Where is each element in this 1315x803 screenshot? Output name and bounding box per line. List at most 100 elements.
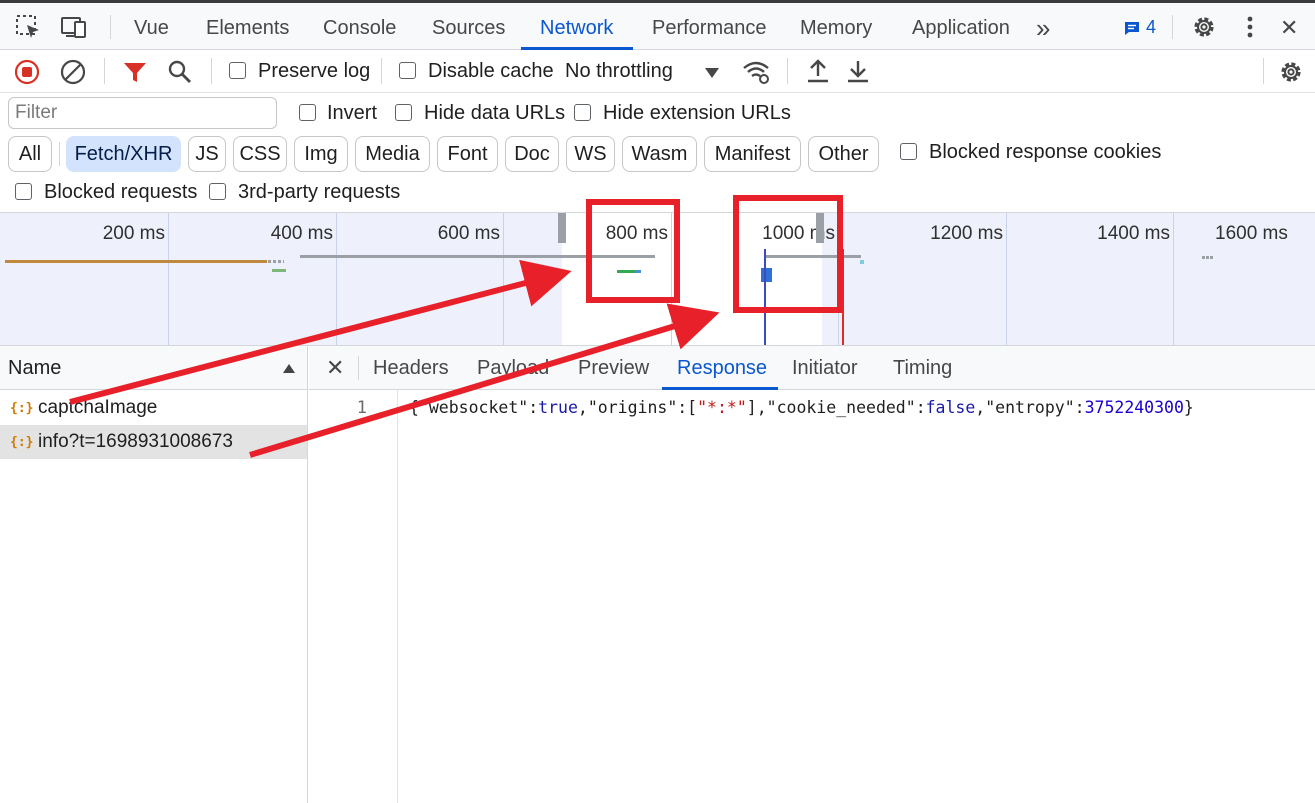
dom-content-loaded-marker <box>764 249 766 345</box>
issues-counter[interactable]: 4 <box>1124 17 1156 38</box>
tick-label: 1600 ms <box>1215 223 1288 244</box>
sort-ascending-icon <box>283 364 295 373</box>
clear-icon[interactable] <box>60 59 86 90</box>
disable-cache-checkbox[interactable] <box>399 62 416 79</box>
preserve-log-checkbox[interactable] <box>229 62 246 79</box>
name-column-header[interactable]: Name <box>0 346 307 390</box>
tab-payload[interactable]: Payload <box>477 346 549 390</box>
third-party-requests-label: 3rd-party requests <box>238 181 401 203</box>
download-icon[interactable] <box>845 58 871 89</box>
timeline-bar <box>860 260 864 264</box>
filter-funnel-icon[interactable] <box>122 59 148 90</box>
xhr-icon: {:} <box>10 401 34 416</box>
third-party-requests-checkbox[interactable] <box>209 183 226 200</box>
invert-checkbox[interactable] <box>299 104 316 121</box>
tab-headers[interactable]: Headers <box>373 346 449 390</box>
xhr-icon: {:} <box>10 435 34 450</box>
invert-label: Invert <box>327 102 378 124</box>
type-filter-other[interactable]: Other <box>808 136 879 172</box>
filter-input[interactable] <box>8 97 277 129</box>
json-value: 3752240300 <box>1084 398 1184 417</box>
network-conditions-icon[interactable] <box>742 58 772 91</box>
request-name: info?t=1698931008673 <box>38 431 233 452</box>
hide-data-urls-checkbox[interactable] <box>395 104 412 121</box>
type-filter-all[interactable]: All <box>8 136 52 172</box>
disable-cache-label: Disable cache <box>428 60 554 82</box>
timeline-bar <box>766 255 861 258</box>
tick-label: 600 ms <box>437 223 500 244</box>
network-settings-gear-icon[interactable] <box>1277 58 1305 91</box>
type-filter-ws[interactable]: WS <box>566 136 615 172</box>
type-filter-manifest[interactable]: Manifest <box>704 136 801 172</box>
inspect-element-icon[interactable] <box>14 13 42 41</box>
hide-extension-urls-label: Hide extension URLs <box>603 102 791 124</box>
tab-performance[interactable]: Performance <box>652 6 767 50</box>
json-key: "origins" <box>587 398 678 417</box>
active-detail-tab-indicator <box>662 387 778 390</box>
tick-label: 1400 ms <box>1097 223 1170 244</box>
line-number: 1 <box>356 398 367 418</box>
detail-tab-bar: ✕ Headers Payload Preview Response Initi… <box>309 346 1315 390</box>
timeline-bar <box>300 255 655 258</box>
tab-initiator[interactable]: Initiator <box>792 346 858 390</box>
devtools-tab-bar: Vue Elements Console Sources Network Per… <box>0 0 1315 50</box>
tab-sources[interactable]: Sources <box>432 6 505 50</box>
type-filter-fetch-xhr[interactable]: Fetch/XHR <box>66 136 181 172</box>
blocked-requests-checkbox[interactable] <box>15 183 32 200</box>
type-filter-media[interactable]: Media <box>355 136 430 172</box>
tab-elements[interactable]: Elements <box>206 6 289 50</box>
timeline-bar <box>761 268 772 282</box>
settings-gear-icon[interactable] <box>1190 13 1218 41</box>
request-name: captchaImage <box>38 397 158 418</box>
message-icon <box>1125 21 1139 35</box>
type-filter-doc[interactable]: Doc <box>505 136 559 172</box>
tab-application[interactable]: Application <box>912 6 1010 50</box>
blocked-response-cookies-checkbox[interactable] <box>900 143 917 160</box>
timeline-bar <box>272 269 286 272</box>
tick-label: 1200 ms <box>930 223 1003 244</box>
network-overview-timeline[interactable]: 200 ms 400 ms 600 ms 800 ms 1000 ms 1200… <box>0 212 1315 346</box>
tick-label: 400 ms <box>270 223 333 244</box>
tick-label: 200 ms <box>102 223 165 244</box>
timeline-bar <box>1202 256 1214 259</box>
json-brace: { <box>409 398 419 417</box>
timeline-bar <box>617 270 635 273</box>
close-detail-button[interactable]: ✕ <box>326 346 344 390</box>
hide-extension-urls-checkbox[interactable] <box>574 104 591 121</box>
more-options-icon[interactable] <box>1236 13 1264 41</box>
tab-response[interactable]: Response <box>677 346 767 390</box>
request-detail-pane: ✕ Headers Payload Preview Response Initi… <box>309 346 1315 803</box>
type-filter-font[interactable]: Font <box>437 136 498 172</box>
upload-icon[interactable] <box>805 58 831 89</box>
tab-console[interactable]: Console <box>323 6 396 50</box>
json-value: false <box>925 398 976 417</box>
hide-data-urls-label: Hide data URLs <box>424 102 566 124</box>
more-tabs-button[interactable]: » <box>1036 6 1050 50</box>
overview-right-handle[interactable] <box>816 213 824 243</box>
record-stop-icon[interactable] <box>14 59 40 90</box>
tab-preview[interactable]: Preview <box>578 346 649 390</box>
line-number-gutter: 1 <box>309 390 398 803</box>
search-icon[interactable] <box>167 59 193 90</box>
throttling-select[interactable]: No throttling <box>565 60 673 83</box>
issues-count: 4 <box>1146 17 1157 37</box>
tab-timing[interactable]: Timing <box>893 346 952 390</box>
blocked-response-cookies-label: Blocked response cookies <box>929 141 1162 163</box>
overview-left-handle[interactable] <box>558 213 566 243</box>
chevron-down-icon[interactable] <box>704 66 720 84</box>
type-filter-js[interactable]: JS <box>188 136 226 172</box>
response-body[interactable]: {"websocket":true,"origins":["*:*"],"coo… <box>409 398 1194 417</box>
device-toolbar-icon[interactable] <box>60 13 88 41</box>
tab-vue[interactable]: Vue <box>134 6 169 50</box>
request-row-captchaimage[interactable]: {:} captchaImage <box>0 391 307 425</box>
tab-network[interactable]: Network <box>540 6 613 50</box>
name-column-label: Name <box>8 357 62 379</box>
request-row-info[interactable]: {:} info?t=1698931008673 <box>0 425 307 459</box>
tab-memory[interactable]: Memory <box>800 6 872 50</box>
type-filter-img[interactable]: Img <box>294 136 348 172</box>
close-devtools-button[interactable]: ✕ <box>1280 6 1298 50</box>
type-filter-css[interactable]: CSS <box>233 136 287 172</box>
type-filter-wasm[interactable]: Wasm <box>622 136 697 172</box>
timeline-bar <box>635 270 641 273</box>
json-key: "websocket" <box>418 398 529 417</box>
